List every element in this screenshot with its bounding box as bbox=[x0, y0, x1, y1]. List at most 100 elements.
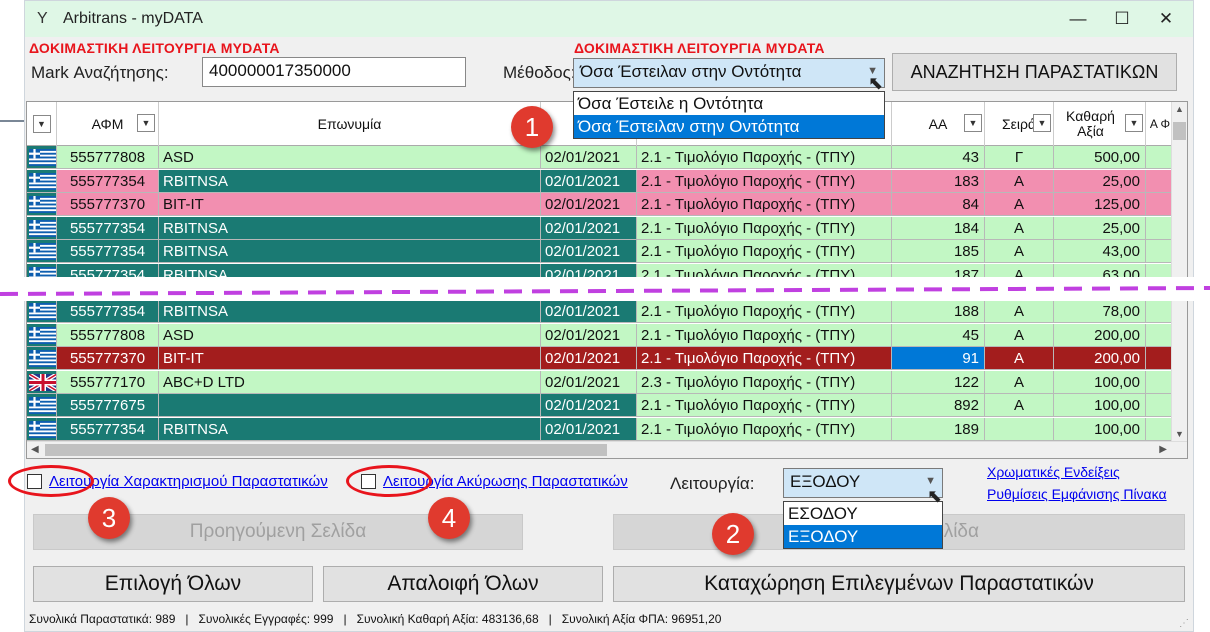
flag-cell[interactable] bbox=[27, 216, 57, 240]
cell-value[interactable]: 100,00 bbox=[1054, 394, 1146, 418]
cell-type[interactable]: 2.1 - Τιμολόγιο Παροχής - (ΤΠΥ) bbox=[637, 347, 892, 371]
cell-date[interactable]: 02/01/2021 bbox=[541, 323, 637, 347]
cell-type[interactable]: 2.1 - Τιμολόγιο Παροχής - (ΤΠΥ) bbox=[637, 323, 892, 347]
cell-seira[interactable]: Α bbox=[985, 193, 1054, 217]
table-row[interactable]: 555777354 RBITNSA 02/01/2021 2.1 - Τιμολόγι… bbox=[27, 169, 1175, 193]
method-option[interactable]: Όσα Έστειλε η Οντότητα bbox=[574, 92, 884, 115]
close-icon[interactable]: ✕ bbox=[1143, 1, 1189, 37]
table-row[interactable]: 555777354 RBITNSA 02/01/2021 2.1 - Τιμολόγι… bbox=[27, 418, 1175, 441]
cell-name[interactable]: BIT-IT bbox=[159, 193, 541, 217]
flag-cell[interactable] bbox=[27, 323, 57, 347]
search-button[interactable]: ΑΝΑΖΗΤΗΣΗ ΠΑΡΑΣΤΑΤΙΚΩΝ bbox=[892, 53, 1177, 91]
cell-aa[interactable]: 188 bbox=[892, 300, 985, 323]
filter-icon[interactable]: ▼ bbox=[1033, 114, 1051, 132]
cell-afm[interactable]: 555777354 bbox=[57, 240, 159, 264]
cell-type[interactable]: 2.1 - Τιμολόγιο Παροχής - (ΤΠΥ) bbox=[637, 146, 892, 169]
cell-value[interactable]: 25,00 bbox=[1054, 216, 1146, 240]
table-row[interactable]: 555777354 RBITNSA 02/01/2021 2.1 - Τιμολόγι… bbox=[27, 216, 1175, 240]
filter-icon[interactable]: ▼ bbox=[137, 114, 155, 132]
cell-date[interactable]: 02/01/2021 bbox=[541, 193, 637, 217]
cell-type[interactable]: 2.1 - Τιμολόγιο Παροχής - (ΤΠΥ) bbox=[637, 169, 892, 193]
method-combo[interactable]: Όσα Έστειλαν στην Οντότητα ▼ bbox=[573, 58, 885, 88]
cell-seira[interactable]: Γ bbox=[985, 146, 1054, 169]
cell-aa[interactable]: 892 bbox=[892, 394, 985, 418]
cell-name[interactable]: RBITNSA bbox=[159, 216, 541, 240]
cell-seira[interactable] bbox=[985, 418, 1054, 441]
cell-date[interactable]: 02/01/2021 bbox=[541, 216, 637, 240]
cell-afm[interactable]: 555777354 bbox=[57, 300, 159, 323]
cell-seira[interactable]: Α bbox=[985, 370, 1054, 394]
cell-seira[interactable]: Α bbox=[985, 347, 1054, 371]
submit-selected-button[interactable]: Καταχώρηση Επιλεγμένων Παραστατικών bbox=[613, 566, 1185, 602]
cell-afm[interactable]: 555777170 bbox=[57, 370, 159, 394]
cell-value[interactable]: 500,00 bbox=[1054, 146, 1146, 169]
flag-cell[interactable] bbox=[27, 193, 57, 217]
flag-cell[interactable] bbox=[27, 370, 57, 394]
flag-cell[interactable] bbox=[27, 169, 57, 193]
table-settings-link[interactable]: Ρυθμίσεις Εμφάνισης Πίνακα bbox=[987, 486, 1167, 502]
horizontal-scrollbar[interactable]: ◀ ▶ bbox=[27, 441, 1187, 458]
cell-seira[interactable]: Α bbox=[985, 323, 1054, 347]
cell-aa[interactable]: 91 bbox=[892, 347, 985, 371]
cell-name[interactable]: BIT-IT bbox=[159, 347, 541, 371]
cell-aa[interactable]: 185 bbox=[892, 240, 985, 264]
flag-cell[interactable] bbox=[27, 146, 57, 169]
cell-aa[interactable]: 84 bbox=[892, 193, 985, 217]
cell-date[interactable]: 02/01/2021 bbox=[541, 418, 637, 441]
cell-aa[interactable]: 189 bbox=[892, 418, 985, 441]
cell-afm[interactable]: 555777354 bbox=[57, 169, 159, 193]
cell-date[interactable]: 02/01/2021 bbox=[541, 370, 637, 394]
cell-type[interactable]: 2.1 - Τιμολόγιο Παροχής - (ΤΠΥ) bbox=[637, 240, 892, 264]
cell-aa[interactable]: 122 bbox=[892, 370, 985, 394]
cell-value[interactable]: 43,00 bbox=[1054, 240, 1146, 264]
cell-afm[interactable]: 555777354 bbox=[57, 216, 159, 240]
cell-afm[interactable]: 555777354 bbox=[57, 418, 159, 441]
mode-combo[interactable]: ΕΞΟΔΟΥ ▼ bbox=[783, 468, 943, 498]
cell-name[interactable] bbox=[159, 394, 541, 418]
cell-date[interactable]: 02/01/2021 bbox=[541, 347, 637, 371]
cell-name[interactable]: ASD bbox=[159, 146, 541, 169]
cell-name[interactable]: RBITNSA bbox=[159, 300, 541, 323]
cell-aa[interactable]: 184 bbox=[892, 216, 985, 240]
cell-type[interactable]: 2.1 - Τιμολόγιο Παροχής - (ΤΠΥ) bbox=[637, 300, 892, 323]
table-row[interactable]: 555777370 BIT-IT 02/01/2021 2.1 - Τιμολόγιο… bbox=[27, 193, 1175, 217]
filter-icon[interactable]: ▼ bbox=[964, 114, 982, 132]
cell-value[interactable]: 200,00 bbox=[1054, 347, 1146, 371]
mark-input[interactable]: 400000017350000 bbox=[202, 57, 466, 87]
cell-afm[interactable]: 555777370 bbox=[57, 347, 159, 371]
filter-icon[interactable]: ▼ bbox=[1125, 114, 1143, 132]
cell-name[interactable]: ABC+D LTD bbox=[159, 370, 541, 394]
mode-option[interactable]: ΕΣΟΔΟΥ bbox=[784, 502, 942, 525]
table-row[interactable]: 555777675 02/01/2021 2.1 - Τιμολόγιο Παροχ… bbox=[27, 394, 1175, 418]
flag-cell[interactable] bbox=[27, 394, 57, 418]
flag-cell[interactable] bbox=[27, 418, 57, 441]
cell-value[interactable]: 200,00 bbox=[1054, 323, 1146, 347]
clear-all-button[interactable]: Απαλοιφή Όλων bbox=[323, 566, 603, 602]
cell-type[interactable]: 2.1 - Τιμολόγιο Παροχής - (ΤΠΥ) bbox=[637, 216, 892, 240]
cell-date[interactable]: 02/01/2021 bbox=[541, 300, 637, 323]
table-row[interactable]: 555777808 ASD 02/01/2021 2.1 - Τιμολόγιο Πα… bbox=[27, 146, 1175, 169]
cell-date[interactable]: 02/01/2021 bbox=[541, 240, 637, 264]
flag-cell[interactable] bbox=[27, 347, 57, 371]
cell-type[interactable]: 2.1 - Τιμολόγιο Παροχής - (ΤΠΥ) bbox=[637, 193, 892, 217]
cell-date[interactable]: 02/01/2021 bbox=[541, 169, 637, 193]
cell-value[interactable]: 100,00 bbox=[1054, 370, 1146, 394]
cell-type[interactable]: 2.3 - Τιμολόγιο Παροχής - (ΤΠΥ) bbox=[637, 370, 892, 394]
cell-date[interactable]: 02/01/2021 bbox=[541, 146, 637, 169]
cell-value[interactable]: 100,00 bbox=[1054, 418, 1146, 441]
cell-seira[interactable]: Α bbox=[985, 300, 1054, 323]
resize-grip-icon[interactable]: ⋰ bbox=[1179, 618, 1189, 629]
mode-option-selected[interactable]: ΕΞΟΔΟΥ bbox=[784, 525, 942, 548]
cell-aa[interactable]: 43 bbox=[892, 146, 985, 169]
cell-aa[interactable]: 183 bbox=[892, 169, 985, 193]
cell-afm[interactable]: 555777808 bbox=[57, 323, 159, 347]
method-option-selected[interactable]: Όσα Έστειλαν στην Οντότητα bbox=[574, 115, 884, 138]
cell-name[interactable]: RBITNSA bbox=[159, 240, 541, 264]
cell-value[interactable]: 125,00 bbox=[1054, 193, 1146, 217]
color-hints-link[interactable]: Χρωματικές Ενδείξεις bbox=[987, 464, 1120, 480]
cell-afm[interactable]: 555777370 bbox=[57, 193, 159, 217]
cell-type[interactable]: 2.1 - Τιμολόγιο Παροχής - (ΤΠΥ) bbox=[637, 418, 892, 441]
cell-value[interactable]: 78,00 bbox=[1054, 300, 1146, 323]
cell-date[interactable]: 02/01/2021 bbox=[541, 394, 637, 418]
flag-cell[interactable] bbox=[27, 240, 57, 264]
